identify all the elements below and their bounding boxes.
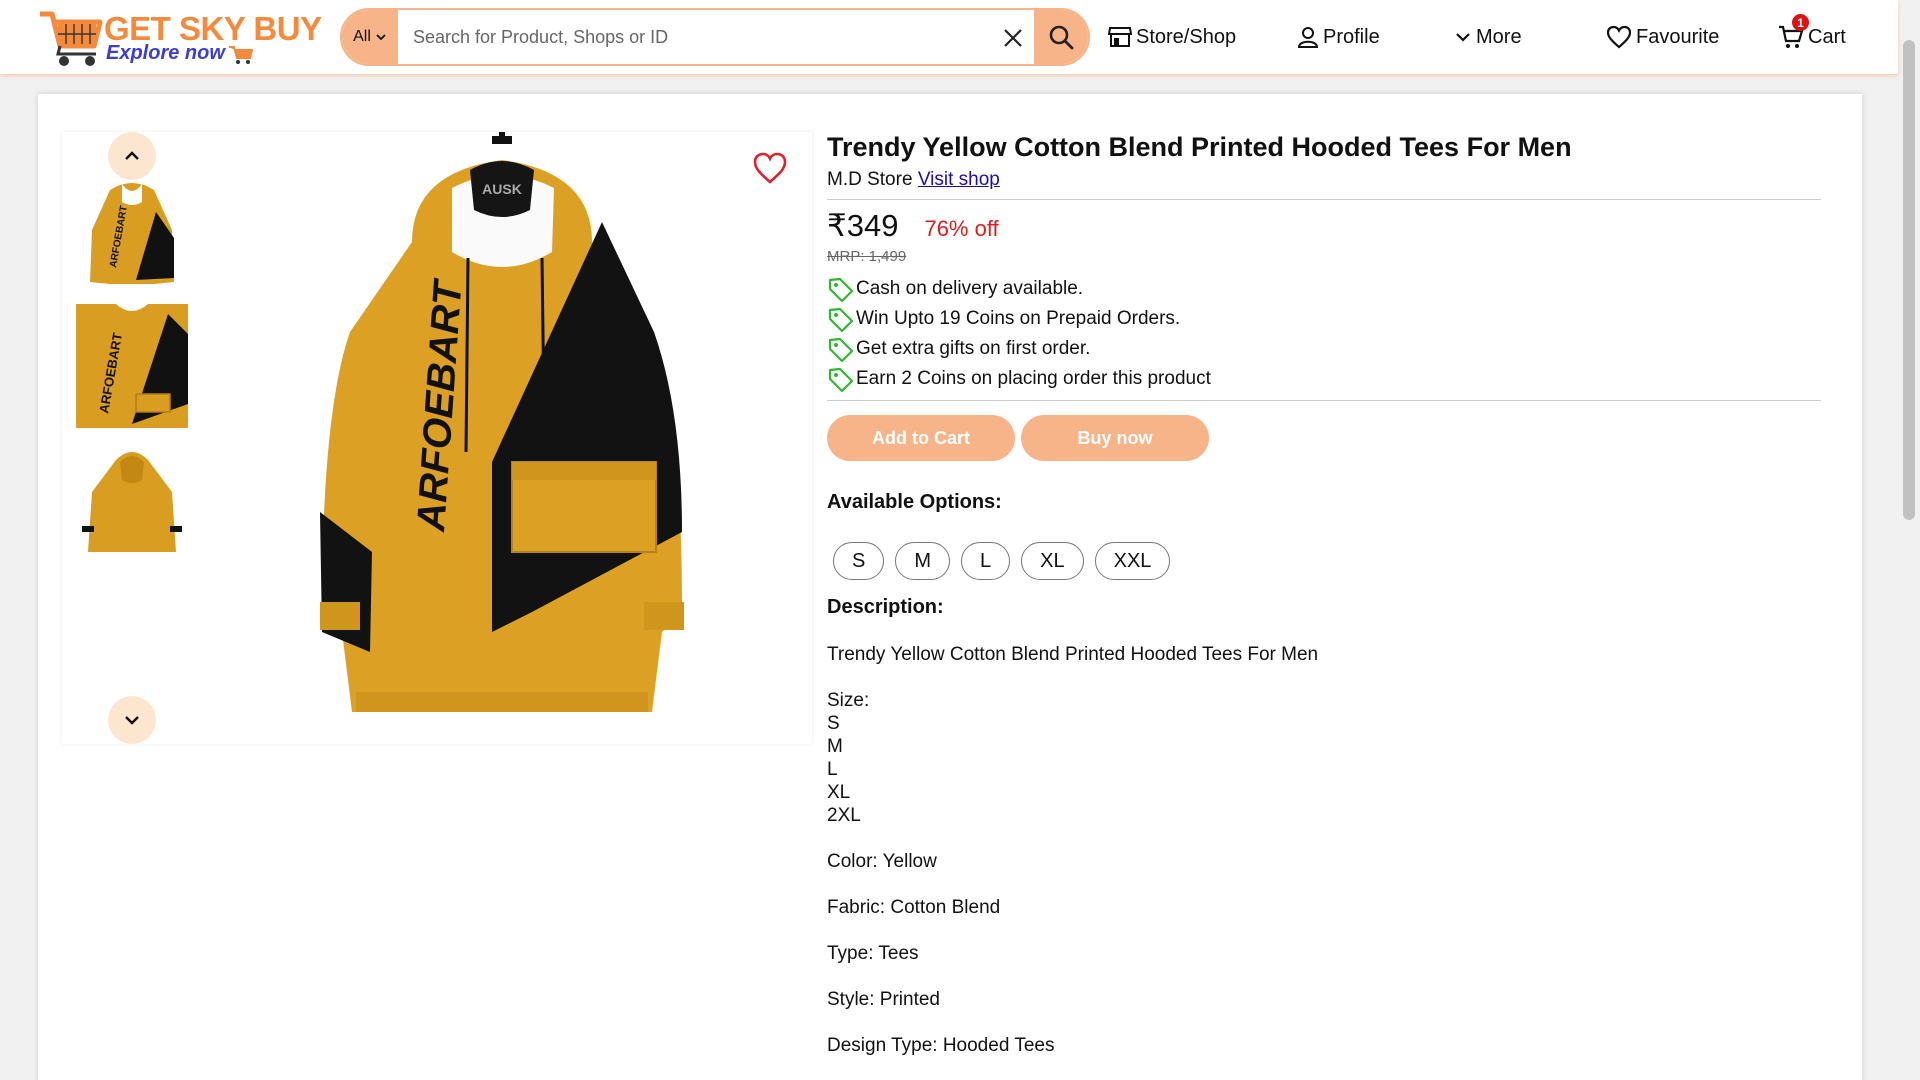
- chevron-down-icon: [376, 34, 386, 41]
- description-line: 2XL: [827, 805, 861, 826]
- nav-store-label: Store/Shop: [1136, 25, 1237, 48]
- offer-item: Cash on delivery available.: [827, 274, 1821, 304]
- description-line: XL: [827, 782, 851, 803]
- offer-item: Get extra gifts on first order.: [827, 334, 1821, 364]
- tag-icon: [828, 367, 854, 392]
- search-category-label: All: [353, 28, 371, 45]
- nav-profile[interactable]: Profile: [1297, 22, 1380, 52]
- user-icon: [1297, 27, 1319, 48]
- shop-line: M.D Store Visit shop: [827, 168, 1821, 192]
- description-title: Description:: [827, 596, 944, 618]
- search-category-dropdown[interactable]: All: [342, 10, 398, 64]
- description-line: Design Type: Hooded Tees: [827, 1035, 1055, 1056]
- nav-store-shop[interactable]: Store/Shop: [1108, 22, 1236, 52]
- tag-icon: [828, 337, 854, 362]
- image-gallery: ARFOEBART ARFOEBART AUSK ARFOEBART: [62, 132, 812, 744]
- description-line: Type: Tees: [827, 943, 919, 964]
- search-input[interactable]: [398, 10, 998, 64]
- offer-item: Win Upto 19 Coins on Prepaid Orders.: [827, 304, 1821, 334]
- offer-text: Win Upto 19 Coins on Prepaid Orders.: [856, 308, 1181, 329]
- nav-favourite-label: Favourite: [1636, 25, 1720, 48]
- nav-cart[interactable]: 1 Cart: [1778, 14, 1846, 52]
- action-buttons: Add to Cart Buy now: [827, 415, 1821, 461]
- buy-now-button[interactable]: Buy now: [1021, 415, 1209, 461]
- search-bar: All: [340, 8, 1090, 66]
- heart-icon: [1606, 25, 1632, 49]
- description-line: Style: Printed: [827, 989, 940, 1010]
- search-icon: [1049, 25, 1074, 50]
- chevron-up-icon: [125, 151, 139, 160]
- add-to-cart-button[interactable]: Add to Cart: [827, 415, 1015, 461]
- nav-profile-label: Profile: [1323, 25, 1380, 48]
- product-card: ARFOEBART ARFOEBART AUSK ARFOEBART Trend…: [38, 94, 1862, 1080]
- scrollbar-thumb[interactable]: [1903, 40, 1915, 520]
- top-header: GET SKY BUY Explore now All Search for P…: [0, 0, 1898, 74]
- offer-text: Earn 2 Coins on placing order this produ…: [856, 368, 1211, 389]
- product-title: Trendy Yellow Cotton Blend Printed Hoode…: [827, 132, 1572, 162]
- divider: [827, 199, 1821, 200]
- description-line: Size:: [827, 690, 870, 711]
- visit-shop-link[interactable]: Visit shop: [918, 169, 1000, 190]
- page-scrollbar[interactable]: [1898, 0, 1920, 1080]
- nav-more[interactable]: More: [1454, 22, 1522, 52]
- search-button[interactable]: [1034, 10, 1088, 64]
- clear-search-button[interactable]: [996, 21, 1030, 55]
- description-line: S: [827, 713, 840, 734]
- close-icon: [1004, 29, 1022, 47]
- shop-name: M.D Store: [827, 169, 913, 190]
- hanger-brand-text: AUSK: [482, 181, 522, 197]
- thumbnail-image[interactable]: [76, 440, 188, 564]
- add-to-wishlist-heart-icon[interactable]: [752, 150, 788, 186]
- main-product-image: AUSK ARFOEBART: [320, 132, 684, 712]
- mrp-price: MRP: 1,499: [827, 248, 907, 265]
- description-line: Fabric: Cotton Blend: [827, 897, 1001, 918]
- description-line: Color: Yellow: [827, 851, 937, 872]
- gallery-down-button[interactable]: [108, 696, 156, 744]
- description-line: L: [827, 759, 838, 780]
- tag-icon: [828, 277, 854, 302]
- size-option-l[interactable]: L: [961, 542, 1011, 580]
- offer-text: Get extra gifts on first order.: [856, 338, 1091, 359]
- cart-count-badge: 1: [1792, 14, 1809, 31]
- store-icon: [1108, 27, 1132, 47]
- divider: [827, 400, 1821, 401]
- mini-cart-icon: [229, 46, 254, 64]
- nav-more-label: More: [1476, 25, 1522, 48]
- offer-item: Earn 2 Coins on placing order this produ…: [827, 364, 1821, 394]
- options-title: Available Options:: [827, 491, 1002, 513]
- product-price: ₹349: [827, 208, 899, 243]
- thumbnail-image[interactable]: ARFOEBART: [76, 304, 188, 428]
- description-line: M: [827, 736, 843, 757]
- nav-cart-label: Cart: [1808, 25, 1846, 48]
- tag-icon: [828, 307, 854, 332]
- size-option-s[interactable]: S: [833, 542, 885, 580]
- offer-text: Cash on delivery available.: [856, 278, 1084, 299]
- price-row: ₹349 76% off: [827, 208, 1821, 244]
- brand-tagline: Explore now: [106, 42, 225, 64]
- chevron-down-icon: [125, 716, 139, 725]
- product-info: Trendy Yellow Cotton Blend Printed Hoode…: [827, 130, 1821, 1057]
- size-option-xxl[interactable]: XXL: [1094, 542, 1171, 580]
- brand-logo[interactable]: GET SKY BUY Explore now: [38, 4, 338, 70]
- thumbnail-image[interactable]: ARFOEBART: [76, 168, 188, 292]
- nav-favourite[interactable]: Favourite: [1606, 22, 1719, 52]
- chevron-down-icon: [1456, 33, 1470, 42]
- size-option-m[interactable]: M: [895, 542, 951, 580]
- discount-percent: 76% off: [924, 216, 999, 241]
- size-options: S M L XL XXL: [833, 542, 1821, 580]
- offer-list: Cash on delivery available. Win Upto 19 …: [827, 274, 1821, 394]
- description-line: Trendy Yellow Cotton Blend Printed Hoode…: [827, 644, 1319, 665]
- shopping-cart-logo-icon: [40, 11, 103, 66]
- size-option-xl[interactable]: XL: [1021, 542, 1084, 580]
